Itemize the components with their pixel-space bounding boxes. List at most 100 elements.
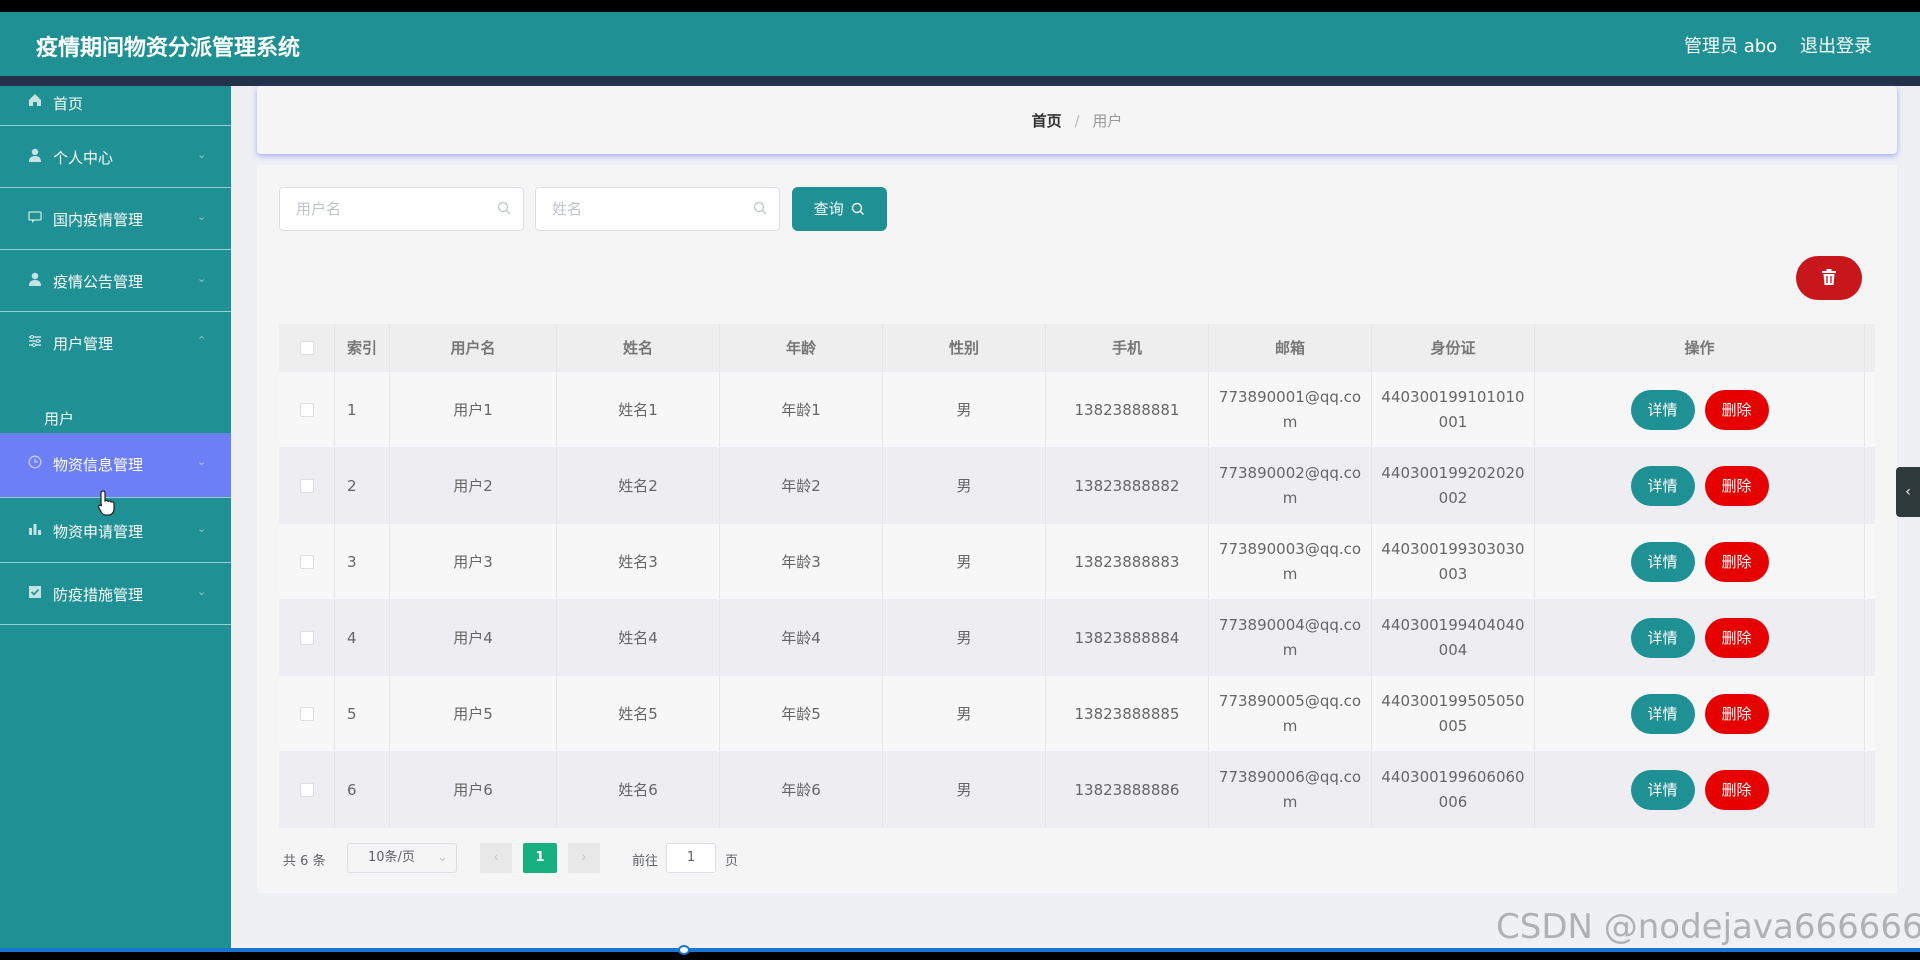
chevron-down-icon: ⌄ [197,272,207,285]
detail-button[interactable]: 详情 [1630,389,1695,430]
cell-index: 4 [335,600,390,675]
cell-name: 姓名6 [557,752,720,827]
cell-username-text: 用户4 [453,629,493,647]
cell-age: 年龄3 [720,524,883,599]
cell-name-text: 姓名4 [618,629,658,647]
page-number-active[interactable]: 1 [523,843,557,873]
cell-gender: 男 [883,752,1046,827]
column-header[interactable]: 用户名 [390,324,557,371]
detail-button[interactable]: 详情 [1630,693,1695,734]
detail-button[interactable]: 详情 [1630,769,1695,810]
breadcrumb-current: 用户 [1092,112,1123,130]
cell-index-text: 1 [347,400,357,419]
prev-page-button[interactable]: ‹ [480,843,512,873]
column-header[interactable]: 姓名 [557,324,720,371]
sidebar-item-material-info[interactable]: 物资信息管理 ⌄ [0,433,231,497]
row-checkbox[interactable] [299,554,314,569]
pointer-cursor-icon [98,490,115,516]
cell-username-text: 用户2 [453,477,493,495]
cell-name-text: 姓名5 [618,705,658,723]
page-size-select[interactable]: 10条/页 ⌄ [347,843,457,873]
collapse-side-panel-button[interactable]: ‹ [1896,467,1920,517]
cell-index-text: 5 [347,704,357,723]
app-title: 疫情期间物资分派管理系统 [36,36,301,61]
scrollbar-thumb[interactable] [678,945,690,955]
name-search-field[interactable] [535,187,780,231]
cell-email: 773890006@qq.com [1209,752,1372,827]
sidebar-item-label: 个人中心 [53,149,114,167]
cell-email: 773890003@qq.com [1209,524,1372,599]
cell-gender: 男 [883,372,1046,447]
row-checkbox[interactable] [299,706,314,721]
row-actions-cell: 详情 删除 [1535,752,1865,827]
cell-idcard-text: 440300199404040004 [1381,615,1525,659]
sidebar-subitem-user[interactable]: 用户 [0,404,231,434]
cell-phone-text: 13823888881 [1074,400,1180,419]
sidebar-item-personal-center[interactable]: 个人中心 ⌄ [0,126,231,188]
cell-username: 用户4 [390,600,557,675]
column-header[interactable]: 手机 [1046,324,1209,371]
column-header[interactable]: 邮箱 [1209,324,1372,371]
row-checkbox[interactable] [299,630,314,645]
name-search-input[interactable] [536,188,779,230]
app-screen: 疫情期间物资分派管理系统 管理员 abo 退出登录 首页 个人中心 ⌄ 国内疫情… [0,12,1920,948]
main-content: 查询 索引 用户名 姓名 年龄 性别 手机 邮箱 身份证 操作 1用户1姓名1年… [257,165,1897,893]
row-checkbox[interactable] [299,782,314,797]
goto-page-input[interactable]: 1 [666,843,716,873]
logout-link[interactable]: 退出登录 [1800,32,1872,58]
sidebar-item-home[interactable]: 首页 [0,86,231,126]
username-search-input[interactable] [280,188,523,230]
column-header: 操作 [1535,324,1865,371]
sidebar-item-prevention-measures[interactable]: 防疫措施管理 ⌄ [0,563,231,625]
cell-phone: 13823888886 [1046,752,1209,827]
horizontal-scrollbar[interactable] [0,948,1920,952]
column-header[interactable]: 性别 [883,324,1046,371]
next-page-button[interactable]: › [568,843,600,873]
delete-button[interactable]: 删除 [1704,541,1769,582]
search-icon [852,202,865,215]
admin-user-label[interactable]: 管理员 abo [1684,32,1777,58]
cell-phone: 13823888885 [1046,676,1209,751]
chevron-down-icon: ⌄ [197,585,207,598]
table-row: 2 用户2 姓名2 年龄2 男 13823888882 773890002@qq.com 44… [279,448,1875,524]
detail-button[interactable]: 详情 [1630,617,1695,658]
delete-button[interactable]: 删除 [1704,617,1769,658]
sidebar-item-label: 用户管理 [53,335,114,353]
cell-email: 773890001@qq.com [1209,372,1372,447]
delete-button[interactable]: 删除 [1704,693,1769,734]
sidebar-item-user-management[interactable]: 用户管理 ⌃ [0,312,231,374]
sidebar-item-domestic-epidemic[interactable]: 国内疫情管理 ⌄ [0,188,231,250]
delete-button[interactable]: 删除 [1704,465,1769,506]
select-all-checkbox[interactable] [299,340,314,355]
sidebar-item-epidemic-notice[interactable]: 疫情公告管理 ⌄ [0,250,231,312]
row-actions-cell: 详情 删除 [1535,600,1865,675]
batch-delete-button[interactable] [1796,256,1862,300]
detail-button[interactable]: 详情 [1630,465,1695,506]
cell-age-text: 年龄1 [781,401,821,419]
row-checkbox[interactable] [299,402,314,417]
chat-icon [26,210,44,228]
column-header[interactable]: 身份证 [1372,324,1535,371]
row-actions-cell: 详情 删除 [1535,524,1865,599]
column-header[interactable]: 年龄 [720,324,883,371]
cell-gender-text: 男 [956,401,972,419]
cell-username: 用户3 [390,524,557,599]
query-button[interactable]: 查询 [792,187,887,231]
column-header[interactable]: 索引 [335,324,390,371]
cell-idcard: 440300199202020002 [1372,448,1535,523]
delete-button[interactable]: 删除 [1704,389,1769,430]
cell-index: 5 [335,676,390,751]
top-header: 疫情期间物资分派管理系统 管理员 abo 退出登录 [0,12,1920,76]
username-search-field[interactable] [279,187,524,231]
cell-age: 年龄6 [720,752,883,827]
sidebar-item-label: 国内疫情管理 [53,211,144,229]
sidebar-item-label: 物资信息管理 [53,456,144,474]
cell-name: 姓名2 [557,448,720,523]
cell-gender: 男 [883,600,1046,675]
detail-button[interactable]: 详情 [1630,541,1695,582]
cell-age: 年龄2 [720,448,883,523]
row-checkbox[interactable] [299,478,314,493]
chevron-down-icon: ⌄ [197,210,207,223]
breadcrumb-home[interactable]: 首页 [1032,112,1062,130]
delete-button[interactable]: 删除 [1704,769,1769,810]
